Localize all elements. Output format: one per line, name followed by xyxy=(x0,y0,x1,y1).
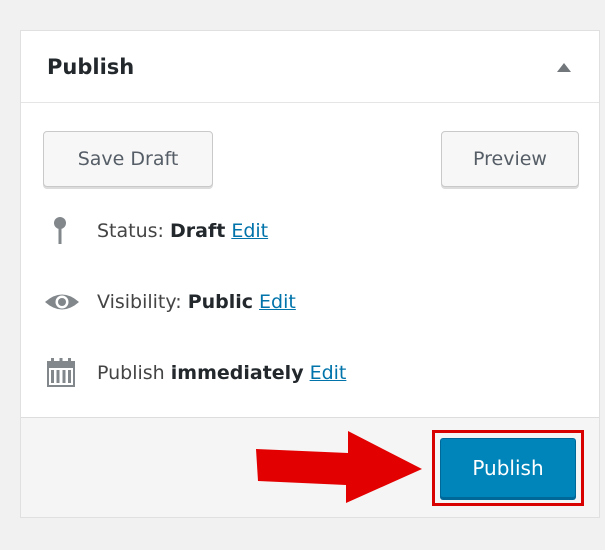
schedule-edit-link[interactable]: Edit xyxy=(310,362,347,384)
visibility-label: Visibility: xyxy=(97,291,182,313)
panel-header: Publish xyxy=(21,31,599,103)
status-label: Status: xyxy=(97,220,164,242)
status-value: Draft xyxy=(170,220,226,242)
collapse-toggle-icon[interactable] xyxy=(557,63,571,72)
visibility-value: Public xyxy=(187,291,254,313)
schedule-text: Publish immediately Edit xyxy=(97,358,346,388)
publish-panel: Publish Save Draft Preview Status: Draft… xyxy=(20,30,600,518)
eye-icon xyxy=(43,287,81,317)
panel-title: Publish xyxy=(47,55,135,79)
status-edit-link[interactable]: Edit xyxy=(231,220,268,242)
red-arrow-annotation xyxy=(256,431,422,503)
publish-button[interactable]: Publish xyxy=(440,438,576,498)
pin-icon xyxy=(43,216,81,246)
save-draft-button[interactable]: Save Draft xyxy=(43,131,213,187)
schedule-label: Publish xyxy=(97,362,165,384)
visibility-edit-link[interactable]: Edit xyxy=(259,291,296,313)
schedule-value: immediately xyxy=(170,362,304,384)
visibility-text: Visibility: Public Edit xyxy=(97,287,296,317)
calendar-icon xyxy=(43,358,81,388)
major-publishing-actions: Publish xyxy=(21,417,599,517)
status-text: Status: Draft Edit xyxy=(97,216,268,246)
preview-button[interactable]: Preview xyxy=(441,131,579,187)
highlight-box-annotation: Publish xyxy=(432,430,584,506)
